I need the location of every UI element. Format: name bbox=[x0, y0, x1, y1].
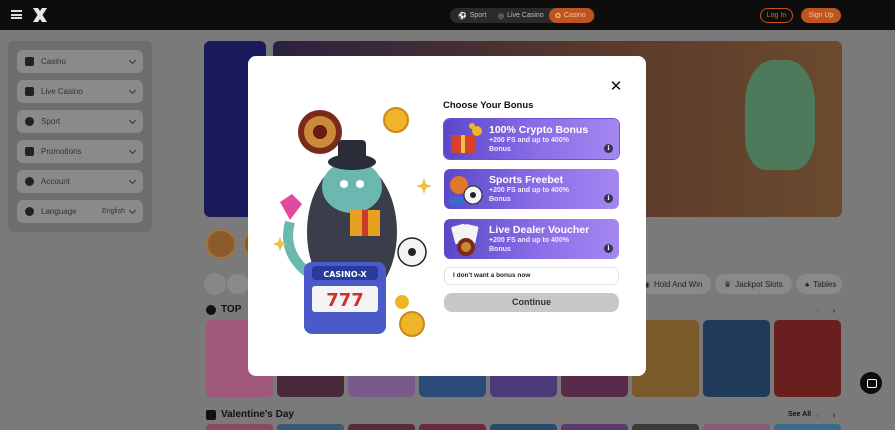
bonus-option-sports[interactable]: Sports Freebet +200 FS and up to 400% Bo… bbox=[444, 169, 619, 209]
tab-sport[interactable]: ⚽ Sport bbox=[452, 8, 492, 23]
chevron-down-icon bbox=[128, 206, 137, 215]
account-icon bbox=[25, 177, 34, 186]
live-casino-icon bbox=[25, 87, 34, 96]
tables-icon: ♠ bbox=[805, 279, 810, 289]
sidebar-item-label: Promotions bbox=[41, 147, 82, 156]
prev-arrow-icon[interactable]: ‹ bbox=[812, 409, 824, 421]
game-tile[interactable] bbox=[419, 424, 486, 430]
sidebar-item-label: Casino bbox=[41, 57, 66, 66]
bonus-name: Sports Freebet bbox=[489, 174, 564, 186]
category-circle[interactable] bbox=[206, 229, 236, 259]
top-bar: ⚽ Sport ◎ Live Casino ✪ Casino Log In Si… bbox=[0, 0, 895, 30]
chip-label: Tables bbox=[813, 279, 837, 289]
sidebar-item-casino[interactable]: Casino bbox=[17, 50, 143, 73]
login-button[interactable]: Log In bbox=[760, 8, 793, 23]
sidebar: Casino Live Casino Sport Promotions Acco… bbox=[8, 41, 152, 232]
section-title-text: TOP bbox=[221, 304, 242, 315]
sidebar-item-label: Account bbox=[41, 177, 70, 186]
tab-live-casino[interactable]: ◎ Live Casino bbox=[492, 8, 550, 23]
bonus-option-crypto[interactable]: 100% Crypto Bonus +200 FS and up to 400%… bbox=[444, 119, 619, 159]
game-tile[interactable] bbox=[774, 424, 841, 430]
globe-icon bbox=[25, 207, 34, 216]
chevron-down-icon bbox=[128, 176, 137, 185]
heart-icon bbox=[206, 409, 216, 420]
tab-casino-label: Casino bbox=[563, 12, 586, 19]
section-title-text: Valentine's Day bbox=[221, 409, 294, 420]
game-tile[interactable] bbox=[277, 424, 344, 430]
continue-button[interactable]: Continue bbox=[444, 293, 619, 312]
casino-icon bbox=[25, 57, 34, 66]
section-top-title: TOP bbox=[206, 304, 241, 315]
chevron-down-icon bbox=[128, 86, 137, 95]
game-tile[interactable] bbox=[348, 424, 415, 430]
signup-button[interactable]: Sign Up bbox=[801, 8, 841, 23]
game-tile[interactable] bbox=[703, 320, 770, 397]
roulette-cards-icon bbox=[451, 223, 479, 256]
sidebar-item-live-casino[interactable]: Live Casino bbox=[17, 80, 143, 103]
sidebar-item-label: Sport bbox=[41, 117, 61, 126]
tab-casino[interactable]: ✪ Casino bbox=[549, 8, 594, 23]
bonus-modal: ✕ CASINO-X 777 Choose Your Bonus 100% Cr… bbox=[248, 56, 646, 376]
game-tile[interactable] bbox=[703, 424, 770, 430]
bonus-name: Live Dealer Voucher bbox=[489, 224, 590, 236]
svg-text:CASINO-X: CASINO-X bbox=[323, 270, 367, 279]
product-switcher: ⚽ Sport ◎ Live Casino ✪ Casino bbox=[450, 8, 595, 23]
search-button[interactable] bbox=[204, 273, 226, 295]
game-tile[interactable] bbox=[206, 424, 273, 430]
menu-icon[interactable] bbox=[11, 10, 22, 19]
trophy-icon bbox=[206, 304, 216, 315]
bonus-option-live-dealer[interactable]: Live Dealer Voucher +200 FS and up to 40… bbox=[444, 219, 619, 259]
sidebar-item-promotions[interactable]: Promotions bbox=[17, 140, 143, 163]
see-all-link[interactable]: See All bbox=[788, 411, 811, 418]
sidebar-item-account[interactable]: Account bbox=[17, 170, 143, 193]
jackpot-icon: ♛ bbox=[724, 279, 732, 289]
next-arrow-icon[interactable]: › bbox=[828, 409, 840, 421]
live-casino-icon: ◎ bbox=[498, 12, 505, 20]
casino-chip-icon: ✪ bbox=[555, 12, 561, 20]
next-arrow-icon[interactable]: › bbox=[828, 304, 840, 316]
info-icon[interactable]: i bbox=[604, 144, 613, 153]
chip-tables[interactable]: ♠ Tables bbox=[796, 274, 842, 294]
ball-icon: ⚽ bbox=[458, 12, 467, 20]
section-valentine-title: Valentine's Day bbox=[206, 409, 294, 420]
modal-title: Choose Your Bonus bbox=[443, 100, 534, 111]
bonus-desc: +200 FS and up to 400% Bonus bbox=[489, 187, 569, 203]
sidebar-item-label: Live Casino bbox=[41, 87, 83, 96]
language-value: English bbox=[102, 208, 125, 215]
promotions-icon bbox=[25, 147, 34, 156]
info-icon[interactable]: i bbox=[604, 244, 613, 253]
chip-jackpot-slots[interactable]: ♛ Jackpot Slots bbox=[715, 274, 792, 294]
logo-icon[interactable] bbox=[32, 7, 48, 23]
category-chip[interactable] bbox=[227, 274, 249, 294]
game-tile[interactable] bbox=[632, 424, 699, 430]
game-tile[interactable] bbox=[561, 424, 628, 430]
bonus-desc: +200 FS and up to 400% Bonus bbox=[489, 237, 569, 253]
tab-sport-label: Sport bbox=[469, 12, 487, 19]
close-icon[interactable]: ✕ bbox=[609, 79, 623, 94]
chevron-down-icon bbox=[128, 116, 137, 125]
info-icon[interactable]: i bbox=[604, 194, 613, 203]
sidebar-item-sport[interactable]: Sport bbox=[17, 110, 143, 133]
banner-dragon-illustration bbox=[745, 60, 815, 170]
game-tile[interactable] bbox=[774, 320, 841, 397]
chevron-down-icon bbox=[128, 56, 137, 65]
bonus-name: 100% Crypto Bonus bbox=[489, 124, 589, 136]
chip-label: Jackpot Slots bbox=[735, 279, 783, 289]
gift-chest-icon bbox=[451, 123, 482, 153]
game-tile[interactable] bbox=[490, 424, 557, 430]
sidebar-item-language[interactable]: Language English bbox=[17, 200, 143, 223]
sports-balls-icon bbox=[449, 176, 483, 205]
sidebar-item-label: Language bbox=[41, 207, 77, 216]
chat-icon[interactable] bbox=[860, 372, 882, 394]
prev-arrow-icon[interactable]: ‹ bbox=[812, 304, 824, 316]
tab-live-casino-label: Live Casino bbox=[507, 12, 544, 19]
svg-text:777: 777 bbox=[326, 290, 364, 311]
bonus-desc: +200 FS and up to 400% Bonus bbox=[489, 137, 569, 153]
chip-label: Hold And Win bbox=[653, 279, 703, 289]
sport-ball-icon bbox=[25, 117, 34, 126]
dragon-casino-illustration: CASINO-X 777 bbox=[273, 107, 432, 337]
chevron-down-icon bbox=[128, 146, 137, 155]
no-bonus-option[interactable]: I don't want a bonus now bbox=[444, 267, 619, 285]
